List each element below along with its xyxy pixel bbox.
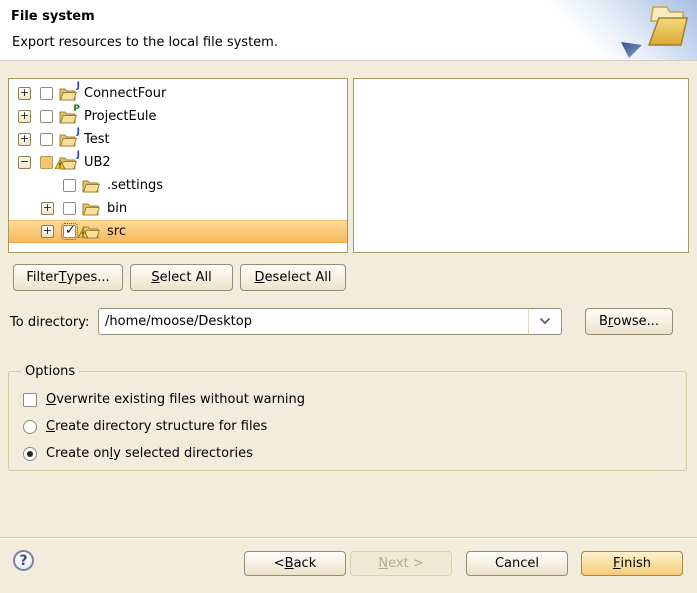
wizard-banner: File system Export resources to the loca… <box>0 0 697 61</box>
java-badge: J <box>77 127 80 137</box>
expand-icon[interactable]: + <box>18 133 31 146</box>
selection-toolbar: Filter Types... Select All Deselect All <box>13 264 346 291</box>
export-arrow-icon <box>621 39 645 63</box>
page-subtitle: Export resources to the local file syste… <box>12 35 278 50</box>
tree-label: UB2 <box>82 155 111 170</box>
directory-combobox <box>98 308 562 335</box>
checkbox-src-checked[interactable] <box>63 225 76 238</box>
chevron-down-icon <box>539 314 551 329</box>
deselect-all-button[interactable]: Deselect All <box>240 264 346 291</box>
warning-overlay-icon <box>55 158 65 173</box>
option-overwrite[interactable]: Overwrite existing files without warning <box>23 389 686 410</box>
java-badge: J <box>77 81 80 91</box>
project-badge: P <box>73 104 80 114</box>
java-project-folder-icon: J <box>59 86 78 102</box>
resource-panels: + J ConnectFour + P ProjectEule + <box>8 78 689 253</box>
warning-overlay-icon <box>78 227 88 242</box>
directory-input[interactable] <box>99 309 528 334</box>
wizard-buttons: < Back Next > Cancel Finish <box>244 551 683 576</box>
checkbox-ub2-mixed[interactable] <box>40 156 53 169</box>
project-folder-icon: P <box>59 109 78 125</box>
folder-warning-icon <box>82 224 101 240</box>
overwrite-checkbox[interactable] <box>23 393 37 407</box>
tree-label: bin <box>105 201 127 216</box>
java-project-folder-warning-icon: J <box>59 155 78 171</box>
checkbox-settings[interactable] <box>63 179 76 192</box>
export-wizard-dialog: File system Export resources to the loca… <box>0 0 697 593</box>
folder-icon <box>82 178 101 194</box>
tree-row-settings[interactable]: .settings <box>9 174 347 197</box>
checkbox-projecteule[interactable] <box>40 110 53 123</box>
expand-icon[interactable]: + <box>41 225 54 238</box>
java-badge: J <box>77 150 80 160</box>
tree-label: ProjectEule <box>82 109 157 124</box>
collapse-icon[interactable]: − <box>18 156 31 169</box>
filter-types-button[interactable]: Filter Types... <box>13 264 123 291</box>
tree-row-ub2[interactable]: − J UB2 <box>9 151 347 174</box>
java-project-folder-icon: J <box>59 132 78 148</box>
option-selected-directories[interactable]: Create only selected directories <box>23 443 686 464</box>
option-label: Create only selected directories <box>46 446 253 461</box>
page-title: File system <box>11 9 95 24</box>
expand-icon[interactable]: + <box>18 87 31 100</box>
tree-label: .settings <box>105 178 163 193</box>
cancel-button[interactable]: Cancel <box>466 551 568 576</box>
footer-separator <box>0 537 697 539</box>
tree-label: Test <box>82 132 110 147</box>
tree-label: ConnectFour <box>82 86 166 101</box>
to-directory-label: To directory: <box>10 315 89 330</box>
tree-row-connectfour[interactable]: + J ConnectFour <box>9 82 347 105</box>
browse-button[interactable]: Browse... <box>585 308 673 335</box>
options-legend: Options <box>21 364 79 379</box>
selected-directories-radio[interactable] <box>23 447 37 461</box>
next-button-disabled: Next > <box>350 551 452 576</box>
option-label: Overwrite existing files without warning <box>46 392 305 407</box>
option-label: Create directory structure for files <box>46 419 267 434</box>
tree-label: src <box>105 224 126 239</box>
checkbox-bin[interactable] <box>63 202 76 215</box>
back-button[interactable]: < Back <box>244 551 346 576</box>
expand-icon[interactable]: + <box>41 202 54 215</box>
tree-row-projecteule[interactable]: + P ProjectEule <box>9 105 347 128</box>
resource-tree[interactable]: + J ConnectFour + P ProjectEule + <box>8 78 348 253</box>
checkbox-test[interactable] <box>40 133 53 146</box>
combo-dropdown-button[interactable] <box>528 309 561 334</box>
option-directory-structure[interactable]: Create directory structure for files <box>23 416 686 437</box>
file-list-panel[interactable] <box>353 78 689 253</box>
options-group: Options Overwrite existing files without… <box>8 364 687 471</box>
expand-icon[interactable]: + <box>18 110 31 123</box>
export-folder-icon <box>644 3 690 55</box>
select-all-button[interactable]: Select All <box>130 264 233 291</box>
checkbox-connectfour[interactable] <box>40 87 53 100</box>
tree-row-test[interactable]: + J Test <box>9 128 347 151</box>
help-button[interactable]: ? <box>13 550 34 571</box>
tree-row-src-selected[interactable]: + src <box>9 220 347 243</box>
tree-row-bin[interactable]: + bin <box>9 197 347 220</box>
finish-button[interactable]: Finish <box>581 551 683 576</box>
folder-icon <box>82 201 101 217</box>
directory-structure-radio[interactable] <box>23 420 37 434</box>
